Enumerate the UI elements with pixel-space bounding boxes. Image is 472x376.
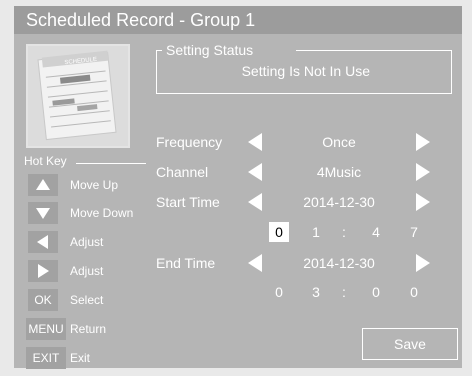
arrow-left-icon [28,231,58,253]
start-time-label: Start Time [156,194,220,210]
hotkey-move-up[interactable]: Move Up [28,174,158,196]
hotkey-label: Adjust [70,235,104,249]
menu-key: MENU [26,318,66,340]
frequency-next-arrow-icon[interactable] [416,133,430,151]
arrow-right-icon [28,260,58,282]
calendar-schedule-icon: SCHEDULE [26,44,130,148]
start-minute-ones-digit[interactable]: 7 [404,222,424,242]
hotkey-divider [76,163,146,164]
channel-next-arrow-icon[interactable] [416,163,430,181]
end-minute-tens-digit[interactable]: 0 [366,282,386,302]
start-minute-tens-digit[interactable]: 4 [366,222,386,242]
start-date-value[interactable]: 2014-12-30 [268,194,410,210]
hotkey-select[interactable]: OK Select [28,289,158,311]
start-hour-ones-digit[interactable]: 1 [306,222,326,242]
end-time-label: End Time [156,255,216,271]
end-minute-ones-digit[interactable]: 0 [404,282,424,302]
hotkey-label: Adjust [70,264,104,278]
start-date-next-arrow-icon[interactable] [416,193,430,211]
ok-key: OK [28,289,58,311]
hotkey-return[interactable]: MENU Return [26,318,158,340]
end-date-value[interactable]: 2014-12-30 [268,255,410,271]
hotkey-label: Select [70,293,104,307]
hotkey-exit[interactable]: EXIT Exit [26,347,158,369]
channel-prev-arrow-icon[interactable] [248,163,262,181]
end-date-next-arrow-icon[interactable] [416,254,430,272]
hotkey-adjust-left[interactable]: Adjust [28,231,158,253]
channel-label: Channel [156,164,209,180]
setting-status-title: Setting Status [166,42,254,58]
window-title: Scheduled Record - Group 1 [14,6,462,34]
hotkey-label: Move Up [70,178,119,192]
hotkey-label: Move Down [70,206,134,220]
hotkey-move-down[interactable]: Move Down [28,202,158,224]
hotkey-label: Return [70,322,107,336]
start-date-prev-arrow-icon[interactable] [248,193,262,211]
setting-status-value: Setting Is Not In Use [241,63,370,79]
frequency-prev-arrow-icon[interactable] [248,133,262,151]
start-hour-tens-digit[interactable]: 0 [269,222,289,242]
end-time-separator: : [342,284,346,300]
arrow-up-icon [28,174,58,196]
exit-key: EXIT [26,347,66,369]
end-date-prev-arrow-icon[interactable] [248,254,262,272]
start-time-separator: : [342,224,346,240]
end-hour-tens-digit[interactable]: 0 [269,282,289,302]
hotkey-heading: Hot Key [24,154,67,168]
hotkey-label: Exit [70,351,91,365]
save-button[interactable]: Save [362,328,458,360]
channel-value[interactable]: 4Music [268,164,410,180]
scheduled-record-window: Scheduled Record - Group 1 SCHEDULE Hot … [14,6,462,369]
hotkey-adjust-right[interactable]: Adjust [28,260,158,282]
frequency-value[interactable]: Once [268,134,410,150]
frequency-label: Frequency [156,134,223,150]
end-hour-ones-digit[interactable]: 3 [306,282,326,302]
arrow-down-icon [28,202,58,224]
